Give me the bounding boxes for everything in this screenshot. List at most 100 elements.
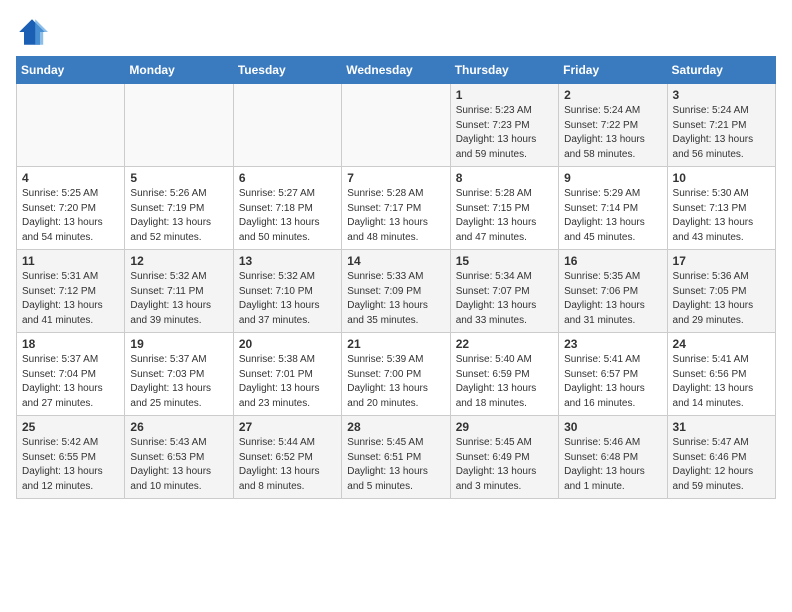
day-number: 26 <box>130 420 228 434</box>
calendar-cell: 27Sunrise: 5:44 AM Sunset: 6:52 PM Dayli… <box>233 416 341 499</box>
calendar-week-row: 25Sunrise: 5:42 AM Sunset: 6:55 PM Dayli… <box>17 416 776 499</box>
calendar-cell: 6Sunrise: 5:27 AM Sunset: 7:18 PM Daylig… <box>233 167 341 250</box>
day-number: 19 <box>130 337 228 351</box>
day-number: 5 <box>130 171 228 185</box>
day-info: Sunrise: 5:39 AM Sunset: 7:00 PM Dayligh… <box>347 353 445 411</box>
day-info: Sunrise: 5:28 AM Sunset: 7:15 PM Dayligh… <box>456 187 554 245</box>
day-info: Sunrise: 5:40 AM Sunset: 6:59 PM Dayligh… <box>456 353 554 411</box>
day-info: Sunrise: 5:24 AM Sunset: 7:21 PM Dayligh… <box>673 104 771 162</box>
day-number: 1 <box>456 88 554 102</box>
calendar-cell: 16Sunrise: 5:35 AM Sunset: 7:06 PM Dayli… <box>559 250 667 333</box>
day-info: Sunrise: 5:45 AM Sunset: 6:49 PM Dayligh… <box>456 436 554 494</box>
calendar-cell: 25Sunrise: 5:42 AM Sunset: 6:55 PM Dayli… <box>17 416 125 499</box>
day-info: Sunrise: 5:37 AM Sunset: 7:03 PM Dayligh… <box>130 353 228 411</box>
calendar-week-row: 11 Sunrise: 5:31 AM Sunset: 7:12 PM Dayli… <box>17 250 776 333</box>
day-info: Sunrise: 5:43 AM Sunset: 6:53 PM Dayligh… <box>130 436 228 494</box>
day-number: 13 <box>239 254 337 268</box>
calendar-cell: 22 Sunrise: 5:40 AM Sunset: 6:59 PM Dayli… <box>450 333 558 416</box>
day-number: 31 <box>673 420 771 434</box>
calendar-cell: 2 Sunrise: 5:24 AM Sunset: 7:22 PM Daylig… <box>559 84 667 167</box>
calendar-cell: 30 Sunrise: 5:46 AM Sunset: 6:48 PM Dayli… <box>559 416 667 499</box>
day-info: Sunrise: 5:42 AM Sunset: 6:55 PM Dayligh… <box>22 436 120 494</box>
calendar-cell: 29 Sunrise: 5:45 AM Sunset: 6:49 PM Dayli… <box>450 416 558 499</box>
calendar-cell <box>17 84 125 167</box>
calendar-cell: 24 Sunrise: 5:41 AM Sunset: 6:56 PM Dayli… <box>667 333 775 416</box>
calendar-cell: 8 Sunrise: 5:28 AM Sunset: 7:15 PM Daylig… <box>450 167 558 250</box>
day-number: 4 <box>22 171 120 185</box>
day-number: 14 <box>347 254 445 268</box>
day-number: 30 <box>564 420 662 434</box>
calendar-cell: 10Sunrise: 5:30 AM Sunset: 7:13 PM Dayli… <box>667 167 775 250</box>
day-number: 29 <box>456 420 554 434</box>
day-number: 20 <box>239 337 337 351</box>
day-info: Sunrise: 5:41 AM Sunset: 6:57 PM Dayligh… <box>564 353 662 411</box>
day-info: Sunrise: 5:46 AM Sunset: 6:48 PM Dayligh… <box>564 436 662 494</box>
calendar-cell: 18 Sunrise: 5:37 AM Sunset: 7:04 PM Dayli… <box>17 333 125 416</box>
header-friday: Friday <box>559 57 667 84</box>
day-number: 23 <box>564 337 662 351</box>
calendar-cell: 5Sunrise: 5:26 AM Sunset: 7:19 PM Daylig… <box>125 167 233 250</box>
day-number: 3 <box>673 88 771 102</box>
day-info: Sunrise: 5:32 AM Sunset: 7:10 PM Dayligh… <box>239 270 337 328</box>
day-info: Sunrise: 5:31 AM Sunset: 7:12 PM Dayligh… <box>22 270 120 328</box>
calendar-table: SundayMondayTuesdayWednesdayThursdayFrid… <box>16 56 776 499</box>
header-thursday: Thursday <box>450 57 558 84</box>
calendar-week-row: 18 Sunrise: 5:37 AM Sunset: 7:04 PM Dayli… <box>17 333 776 416</box>
header-saturday: Saturday <box>667 57 775 84</box>
day-info: Sunrise: 5:38 AM Sunset: 7:01 PM Dayligh… <box>239 353 337 411</box>
calendar-header-row: SundayMondayTuesdayWednesdayThursdayFrid… <box>17 57 776 84</box>
day-info: Sunrise: 5:25 AM Sunset: 7:20 PM Dayligh… <box>22 187 120 245</box>
day-info: Sunrise: 5:23 AM Sunset: 7:23 PM Dayligh… <box>456 104 554 162</box>
day-info: Sunrise: 5:35 AM Sunset: 7:06 PM Dayligh… <box>564 270 662 328</box>
day-number: 12 <box>130 254 228 268</box>
header-monday: Monday <box>125 57 233 84</box>
day-info: Sunrise: 5:37 AM Sunset: 7:04 PM Dayligh… <box>22 353 120 411</box>
calendar-cell: 21Sunrise: 5:39 AM Sunset: 7:00 PM Dayli… <box>342 333 450 416</box>
day-number: 8 <box>456 171 554 185</box>
header-tuesday: Tuesday <box>233 57 341 84</box>
calendar-cell: 14 Sunrise: 5:33 AM Sunset: 7:09 PM Dayli… <box>342 250 450 333</box>
calendar-cell: 13 Sunrise: 5:32 AM Sunset: 7:10 PM Dayli… <box>233 250 341 333</box>
day-number: 2 <box>564 88 662 102</box>
calendar-cell <box>342 84 450 167</box>
day-info: Sunrise: 5:29 AM Sunset: 7:14 PM Dayligh… <box>564 187 662 245</box>
calendar-cell: 26 Sunrise: 5:43 AM Sunset: 6:53 PM Dayli… <box>125 416 233 499</box>
day-info: Sunrise: 5:41 AM Sunset: 6:56 PM Dayligh… <box>673 353 771 411</box>
calendar-cell: 28 Sunrise: 5:45 AM Sunset: 6:51 PM Dayli… <box>342 416 450 499</box>
day-info: Sunrise: 5:33 AM Sunset: 7:09 PM Dayligh… <box>347 270 445 328</box>
day-number: 10 <box>673 171 771 185</box>
calendar-cell: 20 Sunrise: 5:38 AM Sunset: 7:01 PM Dayli… <box>233 333 341 416</box>
day-number: 28 <box>347 420 445 434</box>
day-number: 18 <box>22 337 120 351</box>
calendar-cell: 11 Sunrise: 5:31 AM Sunset: 7:12 PM Dayli… <box>17 250 125 333</box>
day-number: 15 <box>456 254 554 268</box>
calendar-week-row: 1 Sunrise: 5:23 AM Sunset: 7:23 PM Daylig… <box>17 84 776 167</box>
day-info: Sunrise: 5:24 AM Sunset: 7:22 PM Dayligh… <box>564 104 662 162</box>
page-header <box>16 16 776 48</box>
day-number: 11 <box>22 254 120 268</box>
calendar-cell: 19 Sunrise: 5:37 AM Sunset: 7:03 PM Dayli… <box>125 333 233 416</box>
day-number: 22 <box>456 337 554 351</box>
calendar-cell: 9 Sunrise: 5:29 AM Sunset: 7:14 PM Daylig… <box>559 167 667 250</box>
calendar-cell: 1 Sunrise: 5:23 AM Sunset: 7:23 PM Daylig… <box>450 84 558 167</box>
day-info: Sunrise: 5:34 AM Sunset: 7:07 PM Dayligh… <box>456 270 554 328</box>
day-number: 27 <box>239 420 337 434</box>
day-info: Sunrise: 5:32 AM Sunset: 7:11 PM Dayligh… <box>130 270 228 328</box>
day-info: Sunrise: 5:47 AM Sunset: 6:46 PM Dayligh… <box>673 436 771 494</box>
calendar-cell <box>233 84 341 167</box>
day-number: 24 <box>673 337 771 351</box>
calendar-cell: 17 Sunrise: 5:36 AM Sunset: 7:05 PM Dayli… <box>667 250 775 333</box>
day-number: 9 <box>564 171 662 185</box>
day-info: Sunrise: 5:36 AM Sunset: 7:05 PM Dayligh… <box>673 270 771 328</box>
calendar-cell: 23 Sunrise: 5:41 AM Sunset: 6:57 PM Dayli… <box>559 333 667 416</box>
header-sunday: Sunday <box>17 57 125 84</box>
calendar-cell: 4 Sunrise: 5:25 AM Sunset: 7:20 PM Daylig… <box>17 167 125 250</box>
calendar-week-row: 4 Sunrise: 5:25 AM Sunset: 7:20 PM Daylig… <box>17 167 776 250</box>
calendar-cell: 15 Sunrise: 5:34 AM Sunset: 7:07 PM Dayli… <box>450 250 558 333</box>
day-number: 7 <box>347 171 445 185</box>
day-number: 17 <box>673 254 771 268</box>
day-info: Sunrise: 5:45 AM Sunset: 6:51 PM Dayligh… <box>347 436 445 494</box>
day-info: Sunrise: 5:27 AM Sunset: 7:18 PM Dayligh… <box>239 187 337 245</box>
calendar-cell: 3 Sunrise: 5:24 AM Sunset: 7:21 PM Daylig… <box>667 84 775 167</box>
calendar-cell: 12 Sunrise: 5:32 AM Sunset: 7:11 PM Dayli… <box>125 250 233 333</box>
